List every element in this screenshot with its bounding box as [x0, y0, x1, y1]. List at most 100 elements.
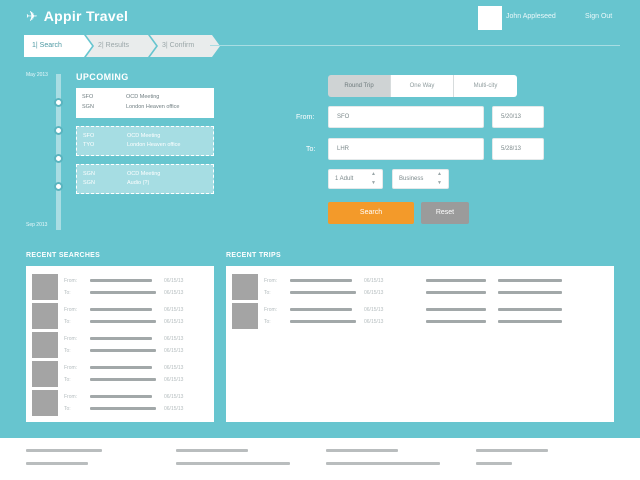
search-date: 06/15/13: [164, 348, 184, 354]
footer-link[interactable]: [476, 449, 548, 452]
recent-trip-thumbnail: [232, 303, 258, 329]
trip-place: Audio (?): [127, 180, 150, 186]
from-label: From:: [64, 336, 78, 342]
search-date: 06/15/13: [164, 377, 184, 383]
redacted-text: [498, 279, 562, 282]
redacted-text: [290, 308, 352, 311]
search-date: 06/15/13: [164, 406, 184, 412]
recent-search-row[interactable]: From: To: 06/15/13 06/15/13: [32, 390, 212, 416]
footer-link[interactable]: [326, 462, 440, 465]
trip-code-from: SFO: [83, 133, 95, 139]
trip-type-round-trip[interactable]: Round Trip: [328, 75, 391, 97]
footer-link[interactable]: [326, 449, 398, 452]
search-button[interactable]: Search: [328, 202, 414, 224]
recent-search-thumbnail: [32, 361, 58, 387]
from-label: From:: [264, 278, 278, 284]
to-label: To:: [64, 290, 71, 296]
wizard-step-confirm[interactable]: 3| Confirm: [150, 35, 220, 57]
wizard-step-search[interactable]: 1| Search: [24, 35, 92, 57]
recent-trip-row[interactable]: From: To: 06/15/13 06/15/13: [232, 303, 608, 329]
app-name: Appir Travel: [43, 8, 129, 24]
cabin-select[interactable]: Business ▲ ▼: [392, 169, 449, 189]
recent-search-row[interactable]: From: To: 06/15/13 06/15/13: [32, 303, 212, 329]
upcoming-title: UPCOMING: [76, 72, 129, 82]
trip-type-selector: Round Trip One Way Multi-city: [328, 75, 517, 97]
redacted-text: [90, 395, 152, 398]
recent-trips-panel: From: To: 06/15/13 06/15/13 From: To: 06…: [226, 266, 614, 422]
footer-link[interactable]: [176, 449, 248, 452]
trip-type-one-way[interactable]: One Way: [391, 75, 454, 97]
recent-search-thumbnail: [32, 274, 58, 300]
app-logo[interactable]: ✈ Appir Travel: [26, 8, 128, 24]
to-date-input[interactable]: 5/28/13: [492, 138, 544, 160]
redacted-text: [90, 349, 156, 352]
plane-icon: ✈: [26, 8, 38, 24]
to-label: To:: [64, 348, 71, 354]
timeline-marker[interactable]: [54, 126, 63, 135]
trip-title: OCD Meeting: [126, 94, 160, 100]
from-label: From:: [64, 365, 78, 371]
to-label: To:: [264, 290, 271, 296]
spinner-arrows-icon: ▲ ▼: [371, 171, 376, 186]
recent-trips-title: RECENT TRIPS: [226, 252, 281, 259]
footer-link[interactable]: [26, 449, 102, 452]
recent-searches-title: RECENT SEARCHES: [26, 252, 101, 259]
search-date: 06/15/13: [164, 319, 184, 325]
recent-search-thumbnail: [32, 390, 58, 416]
search-date: 06/15/13: [164, 278, 184, 284]
trip-code-to: SGN: [83, 180, 95, 186]
footer-link[interactable]: [476, 462, 512, 465]
to-input[interactable]: LHR: [328, 138, 484, 160]
from-label: From:: [64, 394, 78, 400]
timeline-marker[interactable]: [54, 154, 63, 163]
upcoming-trip-card[interactable]: SFO OCD Meeting SGN London Heaven office: [76, 88, 214, 118]
redacted-text: [498, 320, 562, 323]
trip-date: 06/15/13: [364, 319, 384, 325]
wizard-divider: [210, 45, 620, 46]
spinner-arrows-icon: ▲ ▼: [437, 171, 442, 186]
from-label: From:: [264, 307, 278, 313]
trip-type-multi-city[interactable]: Multi-city: [454, 75, 517, 97]
redacted-text: [90, 337, 152, 340]
redacted-text: [90, 279, 152, 282]
recent-search-row[interactable]: From: To: 06/15/13 06/15/13: [32, 361, 212, 387]
trip-date: 06/15/13: [364, 278, 384, 284]
trip-place: London Heaven office: [127, 142, 181, 148]
to-label: To:: [264, 319, 271, 325]
user-name[interactable]: John Appleseed: [506, 13, 556, 20]
redacted-text: [90, 366, 152, 369]
from-input[interactable]: SFO: [328, 106, 484, 128]
redacted-text: [426, 279, 486, 282]
avatar[interactable]: [478, 6, 502, 30]
trip-title: OCD Meeting: [127, 133, 161, 139]
wizard-step-results[interactable]: 2| Results: [86, 35, 156, 57]
timeline-marker[interactable]: [54, 182, 63, 191]
redacted-text: [290, 279, 352, 282]
passengers-select[interactable]: 1 Adult ▲ ▼: [328, 169, 383, 189]
recent-search-row[interactable]: From: To: 06/15/13 06/15/13: [32, 274, 212, 300]
upcoming-trip-card[interactable]: SGN OCD Meeting SGN Audio (?): [76, 164, 214, 194]
redacted-text: [290, 291, 356, 294]
from-label: From:: [64, 307, 78, 313]
trip-code-to: TYO: [83, 142, 95, 148]
timeline-start-date: May 2013: [26, 72, 48, 78]
trip-date: 06/15/13: [364, 307, 384, 313]
upcoming-trip-card[interactable]: SFO OCD Meeting TYO London Heaven office: [76, 126, 214, 156]
reset-button[interactable]: Reset: [421, 202, 469, 224]
timeline-marker[interactable]: [54, 98, 63, 107]
redacted-text: [290, 320, 356, 323]
redacted-text: [426, 291, 486, 294]
passengers-value: 1 Adult: [335, 176, 354, 182]
recent-search-row[interactable]: From: To: 06/15/13 06/15/13: [32, 332, 212, 358]
search-date: 06/15/13: [164, 307, 184, 313]
search-date: 06/15/13: [164, 336, 184, 342]
trip-code-from: SGN: [83, 171, 95, 177]
from-date-input[interactable]: 5/20/13: [492, 106, 544, 128]
footer-link[interactable]: [26, 462, 88, 465]
recent-trip-row[interactable]: From: To: 06/15/13 06/15/13: [232, 274, 608, 300]
recent-trip-thumbnail: [232, 274, 258, 300]
sign-out-link[interactable]: Sign Out: [585, 13, 612, 20]
to-label: To:: [64, 377, 71, 383]
footer-link[interactable]: [176, 462, 290, 465]
search-date: 06/15/13: [164, 394, 184, 400]
